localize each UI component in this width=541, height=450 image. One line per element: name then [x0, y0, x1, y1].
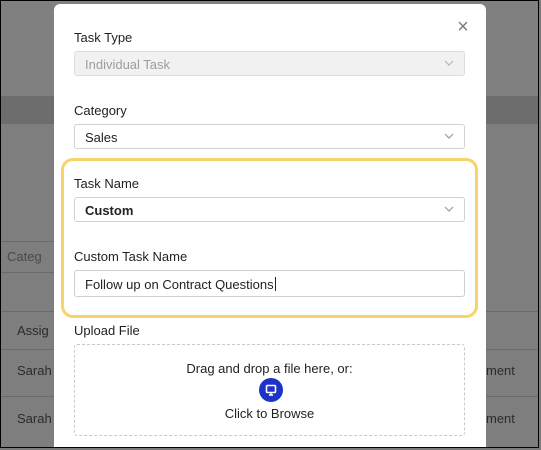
- custom-task-name-input[interactable]: Follow up on Contract Questions: [74, 270, 465, 297]
- custom-task-name-label: Custom Task Name: [74, 249, 188, 264]
- background-row-assignee: Sarah: [17, 411, 52, 426]
- background-row-type: ment: [486, 363, 515, 378]
- category-value: Sales: [85, 130, 118, 145]
- add-task-modal: × Task Type Individual Task Category Sal…: [54, 4, 486, 447]
- chevron-down-icon: [444, 206, 454, 212]
- file-dropzone[interactable]: Drag and drop a file here, or: Click to …: [74, 344, 465, 436]
- task-name-select[interactable]: Custom: [74, 197, 465, 222]
- chevron-down-icon: [444, 133, 454, 139]
- browse-button[interactable]: [259, 378, 283, 402]
- close-icon[interactable]: ×: [454, 17, 472, 37]
- upload-file-label: Upload File: [74, 323, 140, 338]
- screenshot-frame: Categ Assig Sarah ment Sarah ment × Task…: [0, 0, 539, 448]
- task-name-label: Task Name: [74, 176, 140, 191]
- chevron-down-icon: [444, 60, 454, 66]
- custom-task-name-value: Follow up on Contract Questions: [85, 277, 276, 292]
- browse-link[interactable]: Click to Browse: [75, 406, 464, 421]
- dropzone-instruction: Drag and drop a file here, or:: [186, 361, 353, 376]
- task-name-value: Custom: [85, 203, 134, 218]
- category-label: Category: [74, 103, 127, 118]
- task-type-label: Task Type: [74, 30, 133, 45]
- category-select[interactable]: Sales: [74, 124, 465, 149]
- background-row-type: ment: [486, 411, 515, 426]
- monitor-icon: [265, 384, 277, 396]
- background-column-header: Assig: [17, 323, 49, 338]
- task-type-value: Individual Task: [85, 57, 171, 72]
- background-category-label: Categ: [7, 249, 42, 264]
- background-row-assignee: Sarah: [17, 363, 52, 378]
- task-type-select: Individual Task: [74, 51, 465, 76]
